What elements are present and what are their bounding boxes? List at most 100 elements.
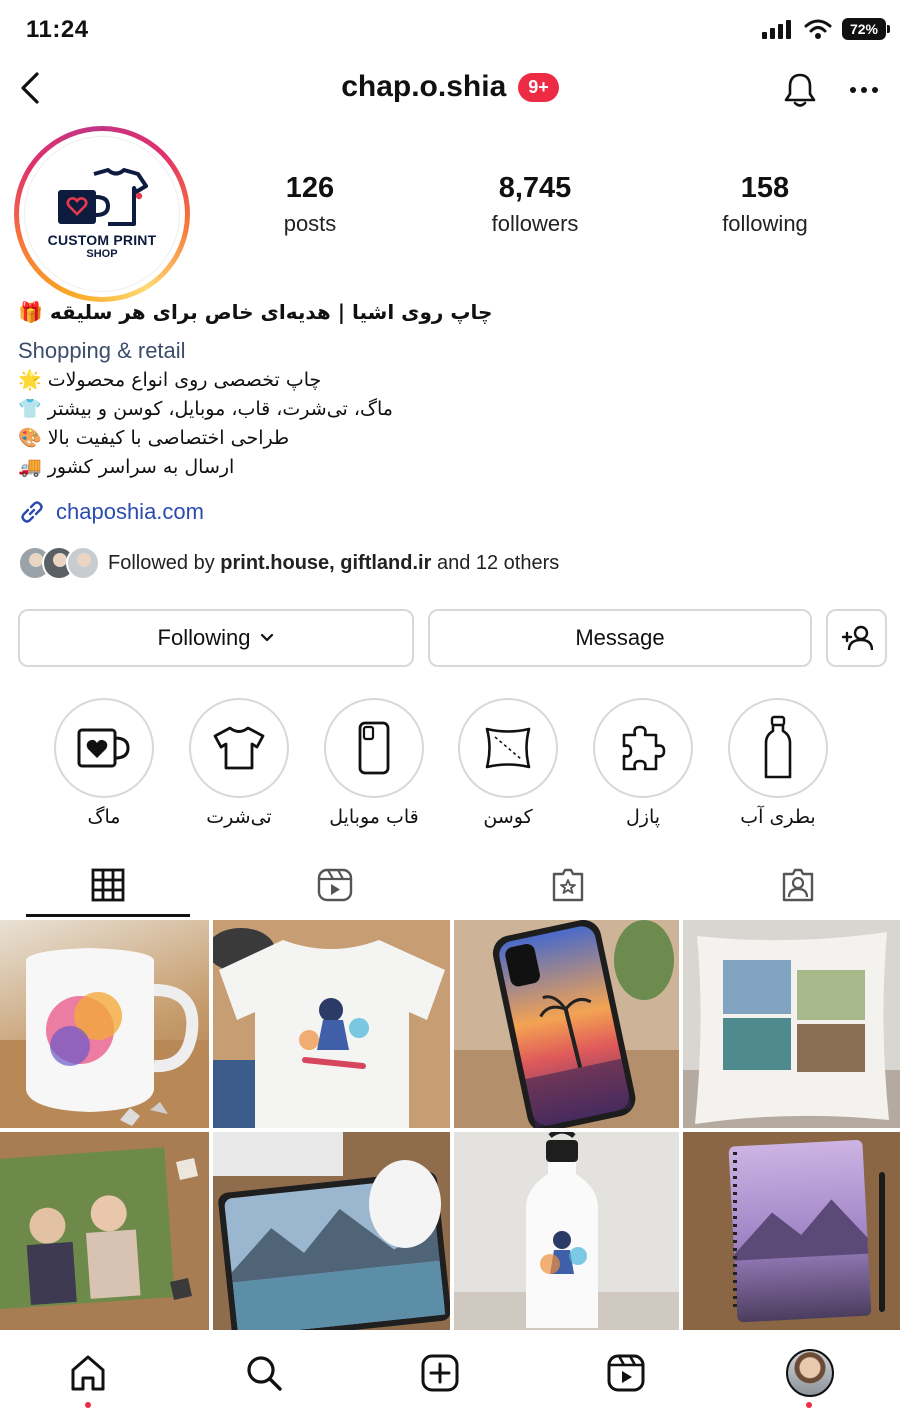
active-tab-indicator (26, 914, 190, 917)
collab-icon (552, 868, 584, 902)
water-bottle-icon (764, 715, 792, 779)
tab-tagged[interactable] (718, 852, 878, 918)
mug-print-post[interactable] (0, 920, 209, 1128)
profile-activity-dot (806, 1402, 812, 1408)
avatar (66, 546, 100, 580)
profile-avatar-story-ring[interactable]: CUSTOM PRINT SHOP (14, 126, 190, 302)
highlight-label: تی‌شرت (206, 806, 272, 828)
notebook-image (683, 1132, 900, 1330)
profile-stats: 126 posts 8,745 followers 158 following (220, 172, 880, 237)
bottom-nav (0, 1334, 900, 1419)
bio-title: چاپ روی اشیا | هدیه‌ای خاص برای هر سلیقه… (18, 300, 493, 324)
bell-icon (784, 73, 816, 107)
bio-link-text: chaposhia.com (56, 499, 204, 524)
profile-avatar (786, 1349, 834, 1397)
notifications-button[interactable] (778, 68, 822, 112)
stat-followers[interactable]: 8,745 followers (400, 172, 670, 237)
profile-actions: Following Message (18, 609, 888, 667)
story-highlights: ماگ تی‌شرت قاب موبایل کوسن (20, 698, 880, 838)
top-nav: chap.o.shia 9+ (0, 58, 900, 122)
cushion-icon (485, 727, 531, 769)
following-button[interactable]: Following (18, 609, 414, 667)
stat-following[interactable]: 158 following (670, 172, 860, 237)
highlight-label: بطری آب (740, 806, 816, 828)
highlight-label: کوسن (483, 806, 533, 828)
create-icon (421, 1354, 459, 1392)
highlight-cushion[interactable]: کوسن (458, 698, 558, 828)
nav-home[interactable] (63, 1348, 113, 1398)
cushion-print-post[interactable] (683, 920, 900, 1128)
tshirt-icon (213, 726, 265, 770)
highlight-puzzle[interactable]: پازل (593, 698, 693, 828)
status-time: 11:24 (26, 16, 89, 43)
bio-category: Shopping & retail (18, 338, 186, 363)
phone-case-icon (358, 721, 390, 775)
cushion-image (683, 920, 900, 1128)
puzzle-icon (622, 725, 666, 771)
bio-line: ماگ، تی‌شرت، قاب، موبایل، کوسن و بیشتر 👕 (18, 398, 393, 420)
profile-header-title: chap.o.shia 9+ (0, 70, 900, 104)
mug-heart-icon (77, 728, 130, 768)
more-options-button[interactable] (842, 68, 886, 112)
stat-following-value: 158 (740, 172, 790, 204)
mousepad-image (213, 1132, 450, 1330)
status-bar: 11:24 72% (0, 0, 900, 58)
home-icon (71, 1355, 105, 1391)
more-horizontal-icon (850, 87, 878, 93)
link-icon (21, 501, 43, 523)
message-button-label: Message (575, 625, 665, 650)
followed-by-row[interactable]: Followed by print.house, giftland.ir and… (18, 546, 559, 580)
stat-posts[interactable]: 126 posts (220, 172, 400, 237)
reels-icon (317, 868, 353, 902)
followed-by-names: print.house, giftland.ir (220, 551, 432, 574)
bio-website-link[interactable]: chaposhia.com (18, 498, 204, 526)
highlight-water-bottle[interactable]: بطری آب (728, 698, 828, 828)
logo-text-line1: CUSTOM PRINT (47, 232, 157, 248)
tab-reels[interactable] (255, 852, 415, 918)
highlight-mug[interactable]: ماگ (54, 698, 154, 828)
following-button-label: Following (157, 625, 251, 650)
nav-profile[interactable] (785, 1348, 835, 1398)
highlight-label: قاب موبایل (329, 806, 419, 828)
stat-following-label: following (722, 211, 808, 236)
tshirt-print-post[interactable] (213, 920, 450, 1128)
stat-followers-value: 8,745 (498, 172, 572, 204)
phone-case-post[interactable] (454, 920, 679, 1128)
suggested-users-button[interactable] (826, 609, 887, 667)
bottle-image (454, 1132, 679, 1330)
mousepad-print-post[interactable] (213, 1132, 450, 1330)
add-user-icon (841, 625, 873, 651)
message-button[interactable]: Message (428, 609, 812, 667)
stat-posts-value: 126 (285, 172, 335, 204)
bio-line: ارسال به سراسر کشور 🚚 (18, 456, 235, 478)
search-icon (247, 1356, 282, 1391)
wifi-icon (804, 19, 832, 39)
followed-by-text: Followed by print.house, giftland.ir and… (108, 551, 560, 574)
chevron-down-icon (261, 633, 274, 642)
status-icons: 72% (762, 18, 890, 40)
bio-line: طراحی اختصاصی با کیفیت بالا 🎨 (18, 427, 290, 449)
posts-grid (0, 920, 900, 1330)
profile-avatar: CUSTOM PRINT SHOP (24, 136, 180, 292)
notebook-print-post[interactable] (683, 1132, 900, 1330)
highlight-phone-case[interactable]: قاب موبایل (324, 698, 424, 828)
tab-collabs[interactable] (488, 852, 648, 918)
nav-reels[interactable] (601, 1348, 651, 1398)
highlight-tshirt[interactable]: تی‌شرت (189, 698, 289, 828)
mug-image (0, 948, 209, 1128)
stat-posts-label: posts (283, 211, 337, 236)
home-activity-dot (85, 1402, 91, 1408)
phone-case-image (454, 920, 679, 1128)
tab-posts-grid[interactable] (26, 852, 190, 918)
nav-create[interactable] (415, 1348, 465, 1398)
notification-badge: 9+ (518, 72, 559, 102)
nav-search[interactable] (239, 1348, 289, 1398)
signal-icon (762, 20, 791, 39)
bottle-print-post[interactable] (454, 1132, 679, 1330)
puzzle-print-post[interactable] (0, 1132, 209, 1330)
grid-icon (91, 868, 125, 902)
puzzle-image (0, 1132, 209, 1330)
battery-indicator: 72% (842, 18, 890, 40)
profile-username: chap.o.shia (341, 70, 507, 103)
bio-line: چاپ تخصصی روی انواع محصولات 🌟 (18, 369, 322, 391)
